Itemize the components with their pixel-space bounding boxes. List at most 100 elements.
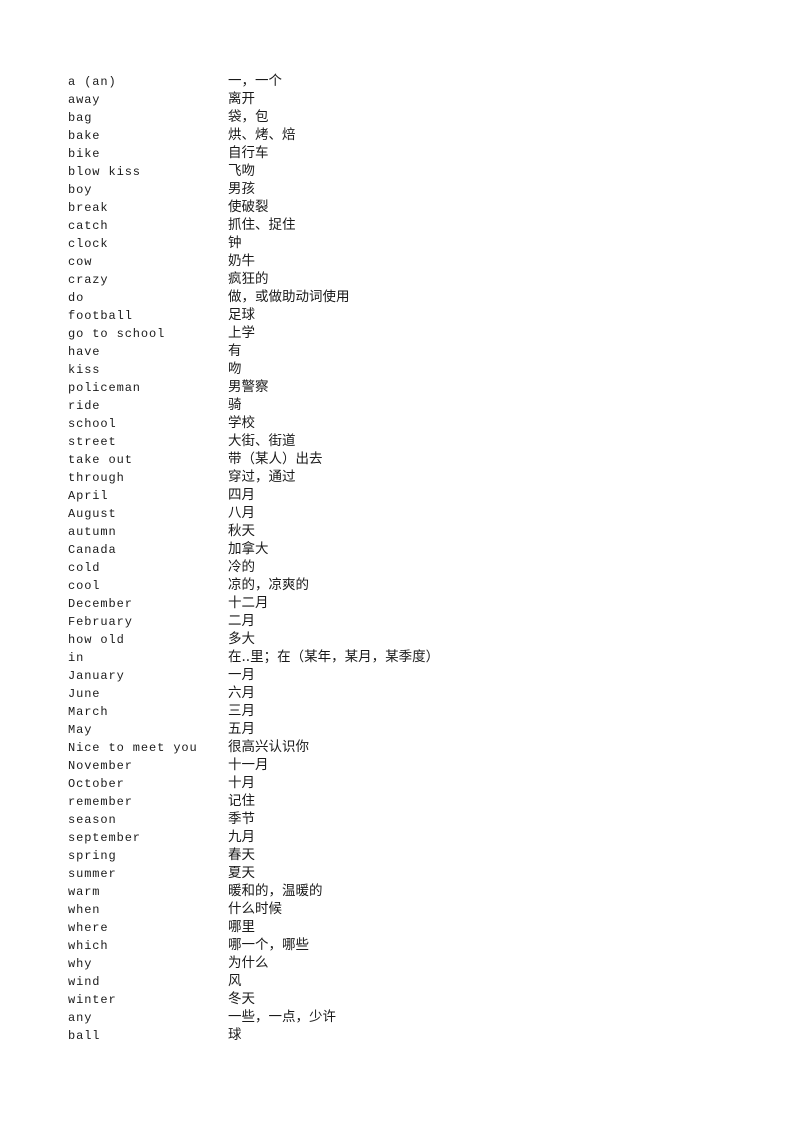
vocabulary-term: any (68, 1011, 93, 1025)
vocabulary-gloss: 加拿大 (228, 541, 269, 557)
vocabulary-entry: bike 自行车 (68, 144, 748, 162)
vocabulary-entry: spring 春天 (68, 846, 748, 864)
vocabulary-gloss: 多大 (228, 631, 255, 647)
vocabulary-entry: ride 骑 (68, 396, 748, 414)
vocabulary-term: spring (68, 849, 117, 863)
vocabulary-term: cool (68, 579, 101, 593)
vocabulary-entry: remember 记住 (68, 792, 748, 810)
vocabulary-term: kiss (68, 363, 101, 377)
vocabulary-entry: away 离开 (68, 90, 748, 108)
vocabulary-term: why (68, 957, 93, 971)
vocabulary-gloss: 大街、街道 (228, 433, 296, 449)
vocabulary-term: september (68, 831, 141, 845)
vocabulary-gloss: 一月 (228, 667, 255, 683)
vocabulary-gloss: 足球 (228, 307, 255, 323)
vocabulary-entry: which 哪一个，哪些 (68, 936, 748, 954)
vocabulary-term: summer (68, 867, 117, 881)
vocabulary-entry: crazy 疯狂的 (68, 270, 748, 288)
vocabulary-gloss: 什么时候 (228, 901, 282, 917)
vocabulary-entry: blow kiss 飞吻 (68, 162, 748, 180)
vocabulary-term: street (68, 435, 117, 449)
document-page: a (an) 一，一个 away 离开 bag 袋，包 bake 烘、烤、焙 bike 自行车 bl… (0, 0, 793, 1122)
vocabulary-term: boy (68, 183, 93, 197)
vocabulary-entry: september 九月 (68, 828, 748, 846)
vocabulary-gloss: 在..里；在（某年，某月，某季度） (228, 649, 440, 665)
vocabulary-gloss: 二月 (228, 613, 255, 629)
vocabulary-term: warm (68, 885, 101, 899)
vocabulary-term: bake (68, 129, 101, 143)
vocabulary-gloss: 六月 (228, 685, 255, 701)
vocabulary-entry: how old 多大 (68, 630, 748, 648)
vocabulary-entry: clock 钟 (68, 234, 748, 252)
vocabulary-term: a (an) (68, 75, 117, 89)
vocabulary-gloss: 哪一个，哪些 (228, 937, 309, 953)
vocabulary-term: October (68, 777, 125, 791)
vocabulary-gloss: 夏天 (228, 865, 255, 881)
vocabulary-gloss: 为什么 (228, 955, 269, 971)
vocabulary-entry: kiss 吻 (68, 360, 748, 378)
vocabulary-gloss: 季节 (228, 811, 255, 827)
vocabulary-term: away (68, 93, 101, 107)
vocabulary-entry: cold 冷的 (68, 558, 748, 576)
vocabulary-term: have (68, 345, 101, 359)
vocabulary-entry: take out 带（某人）出去 (68, 450, 748, 468)
vocabulary-entry: October 十月 (68, 774, 748, 792)
vocabulary-entry: season 季节 (68, 810, 748, 828)
vocabulary-term: season (68, 813, 117, 827)
vocabulary-gloss: 风 (228, 973, 242, 989)
vocabulary-entry: bag 袋，包 (68, 108, 748, 126)
vocabulary-entry: a (an) 一，一个 (68, 72, 748, 90)
vocabulary-term: how old (68, 633, 125, 647)
vocabulary-entry: where 哪里 (68, 918, 748, 936)
vocabulary-gloss: 冷的 (228, 559, 255, 575)
vocabulary-term: which (68, 939, 109, 953)
vocabulary-gloss: 十一月 (228, 757, 269, 773)
vocabulary-gloss: 吻 (228, 361, 242, 377)
vocabulary-gloss: 十月 (228, 775, 255, 791)
vocabulary-entry: football 足球 (68, 306, 748, 324)
vocabulary-term: football (68, 309, 133, 323)
vocabulary-term: bag (68, 111, 93, 125)
vocabulary-term: wind (68, 975, 101, 989)
vocabulary-term: May (68, 723, 93, 737)
vocabulary-term: clock (68, 237, 109, 251)
vocabulary-term: ride (68, 399, 101, 413)
vocabulary-entry: Nice to meet you 很高兴认识你 (68, 738, 748, 756)
vocabulary-term: January (68, 669, 125, 683)
vocabulary-entry: catch 抓住、捉住 (68, 216, 748, 234)
vocabulary-entry: April 四月 (68, 486, 748, 504)
vocabulary-entry: any 一些，一点，少许 (68, 1008, 748, 1026)
vocabulary-gloss: 穿过，通过 (228, 469, 296, 485)
vocabulary-entry: summer 夏天 (68, 864, 748, 882)
vocabulary-list: a (an) 一，一个 away 离开 bag 袋，包 bake 烘、烤、焙 bike 自行车 bl… (68, 72, 748, 1044)
vocabulary-gloss: 使破裂 (228, 199, 269, 215)
vocabulary-term: catch (68, 219, 109, 233)
vocabulary-gloss: 很高兴认识你 (228, 739, 309, 755)
vocabulary-gloss: 哪里 (228, 919, 255, 935)
vocabulary-gloss: 学校 (228, 415, 255, 431)
vocabulary-gloss: 带（某人）出去 (228, 451, 323, 467)
vocabulary-gloss: 秋天 (228, 523, 255, 539)
vocabulary-entry: policeman 男警察 (68, 378, 748, 396)
vocabulary-entry: wind 风 (68, 972, 748, 990)
vocabulary-gloss: 四月 (228, 487, 255, 503)
vocabulary-entry: cool 凉的，凉爽的 (68, 576, 748, 594)
vocabulary-entry: May 五月 (68, 720, 748, 738)
vocabulary-term: February (68, 615, 133, 629)
vocabulary-term: blow kiss (68, 165, 141, 179)
vocabulary-gloss: 暖和的，温暖的 (228, 883, 323, 899)
vocabulary-entry: November 十一月 (68, 756, 748, 774)
vocabulary-gloss: 飞吻 (228, 163, 255, 179)
vocabulary-entry: break 使破裂 (68, 198, 748, 216)
vocabulary-term: go to school (68, 327, 166, 341)
vocabulary-entry: January 一月 (68, 666, 748, 684)
vocabulary-term: take out (68, 453, 133, 467)
vocabulary-gloss: 十二月 (228, 595, 269, 611)
vocabulary-term: cold (68, 561, 101, 575)
vocabulary-term: Nice to meet you (68, 741, 198, 755)
vocabulary-term: school (68, 417, 117, 431)
vocabulary-gloss: 疯狂的 (228, 271, 269, 287)
vocabulary-term: where (68, 921, 109, 935)
vocabulary-entry: bake 烘、烤、焙 (68, 126, 748, 144)
vocabulary-term: do (68, 291, 85, 305)
